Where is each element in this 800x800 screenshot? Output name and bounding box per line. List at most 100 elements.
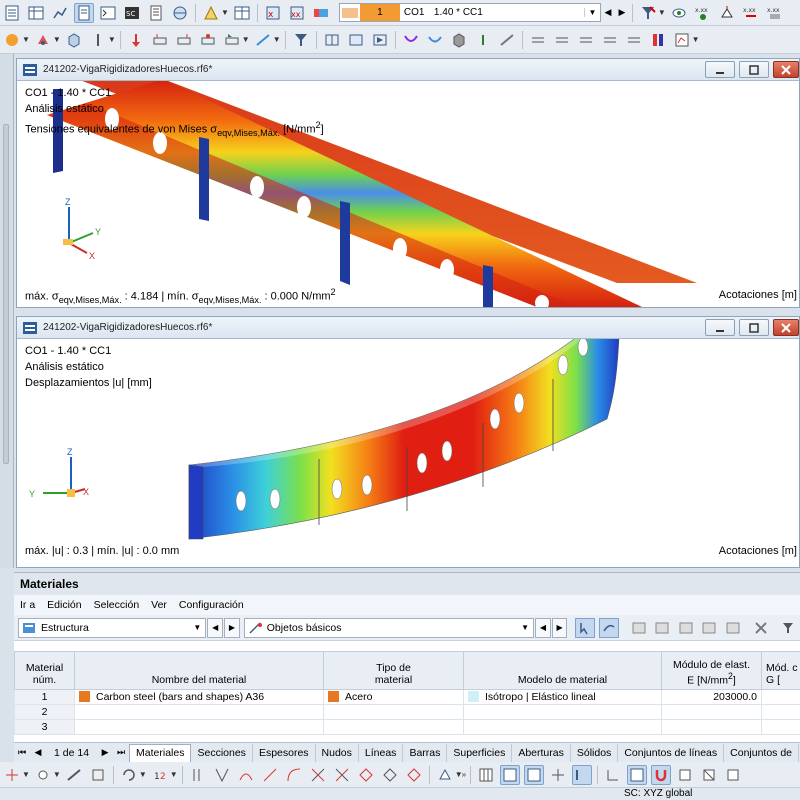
support-tool-icon[interactable] (435, 765, 455, 785)
maximize-button[interactable] (739, 319, 769, 336)
snap-surface-icon[interactable] (88, 765, 108, 785)
chevron-down-icon[interactable]: ▼ (242, 35, 250, 44)
chevron-down-icon[interactable]: ▼ (583, 8, 600, 17)
splitter-handle[interactable] (3, 124, 9, 464)
row-number[interactable]: 1 (14, 689, 75, 705)
chevron-down-icon[interactable]: ▼ (692, 35, 700, 44)
graphic-window-displacements[interactable]: 241202-VigaRigidizadoresHuecos.rf6* Z Y … (16, 316, 800, 568)
paste-row-icon[interactable] (700, 618, 720, 638)
grid-toggle-icon[interactable] (476, 765, 496, 785)
table-view-icon[interactable] (629, 618, 649, 638)
previous-load-case-icon[interactable]: ◀ (601, 3, 615, 22)
chevron-down-icon[interactable]: ▼ (273, 35, 281, 44)
material-type-cell[interactable] (323, 704, 464, 720)
grid-table-icon[interactable] (26, 3, 46, 23)
result-values-2-icon[interactable]: x.xx (741, 3, 761, 23)
snap-toggle-icon[interactable] (500, 764, 521, 785)
minimize-button[interactable] (705, 319, 735, 336)
rotate-icon[interactable] (119, 765, 139, 785)
table-row[interactable]: 3 (14, 719, 800, 735)
cube-icon[interactable] (64, 30, 84, 50)
results-display-1-icon[interactable] (528, 30, 548, 50)
model-display-icon[interactable] (33, 30, 53, 50)
tab-materials[interactable]: Materiales (129, 743, 192, 762)
row-number[interactable]: 2 (14, 704, 75, 720)
section-view-icon[interactable] (370, 30, 390, 50)
support-icon[interactable] (717, 3, 737, 23)
select-in-table-icon[interactable] (575, 617, 596, 638)
snap-node-icon[interactable] (33, 765, 53, 785)
previous-button[interactable]: ◀ (207, 617, 224, 638)
report-icon[interactable] (74, 2, 94, 23)
results-display-3-icon[interactable] (576, 30, 596, 50)
material-name-cell[interactable]: Carbon steel (bars and shapes) A36 (74, 689, 324, 705)
shear-modulus-cell[interactable] (761, 719, 800, 735)
diagram-icon[interactable] (50, 3, 70, 23)
frame-icon[interactable] (346, 30, 366, 50)
table-row[interactable]: 1 Carbon steel (bars and shapes) A36 Ace… (14, 689, 800, 705)
close-button[interactable] (773, 319, 799, 336)
maximize-button[interactable] (739, 61, 769, 78)
support-forces-icon[interactable] (473, 30, 493, 50)
results-display-5-icon[interactable] (624, 30, 644, 50)
deformation-2-icon[interactable] (425, 30, 445, 50)
draw-circle-icon[interactable] (284, 765, 304, 785)
result-values-3-icon[interactable]: x.xx (765, 3, 785, 23)
load-case-table-icon[interactable] (232, 3, 252, 23)
object-snap-toggle-icon[interactable] (524, 764, 545, 785)
calculate-icon[interactable]: x (263, 3, 283, 23)
menu-settings[interactable]: Configuración (179, 599, 244, 611)
numbering-icon[interactable]: 12 (150, 765, 170, 785)
draw-line-icon[interactable] (188, 765, 208, 785)
console-icon[interactable] (98, 3, 118, 23)
menu-goto[interactable]: Ir a (20, 599, 35, 611)
globe-icon[interactable] (170, 3, 190, 23)
col-header-shear-modulus[interactable]: Mód. cG [ (761, 651, 800, 690)
elastic-modulus-cell[interactable]: 203000.0 (661, 689, 762, 705)
result-values-icon[interactable]: x.xx (693, 3, 713, 23)
result-filter-icon[interactable] (638, 3, 658, 23)
minimize-button[interactable] (705, 61, 735, 78)
dimension-1-icon[interactable] (150, 30, 170, 50)
export-icon[interactable] (723, 618, 743, 638)
col-header-name[interactable]: Nombre del material (74, 651, 324, 690)
view-icon[interactable] (2, 30, 22, 50)
close-button[interactable] (773, 61, 799, 78)
snap-grid-icon[interactable] (2, 765, 22, 785)
next-button[interactable]: ▶ (224, 617, 240, 638)
guideline-icon[interactable] (253, 30, 273, 50)
table-row[interactable]: 2 (14, 704, 800, 720)
previous-page-icon[interactable]: ◀ (30, 747, 46, 758)
shear-modulus-cell[interactable] (761, 689, 800, 705)
filter-icon[interactable] (291, 30, 311, 50)
tab-nodes[interactable]: Nudos (316, 743, 359, 762)
chevron-down-icon[interactable]: ▼ (53, 35, 61, 44)
table-icon[interactable] (2, 3, 22, 23)
visibility-mode-icon[interactable] (675, 765, 695, 785)
line-icon[interactable] (497, 30, 517, 50)
material-name-cell[interactable] (74, 704, 324, 720)
last-page-icon[interactable]: ⏭ (113, 747, 129, 758)
material-type-cell[interactable] (323, 719, 464, 735)
col-header-number[interactable]: Material núm. (14, 651, 75, 690)
magnet-icon[interactable] (651, 764, 672, 785)
chevron-down-icon[interactable]: ▼ (108, 35, 116, 44)
col-header-type[interactable]: Tipo de material (323, 651, 464, 690)
tab-thicknesses[interactable]: Espesores (253, 743, 316, 762)
material-name-cell[interactable] (74, 719, 324, 735)
delete-icon[interactable] (751, 618, 771, 638)
copy-row-icon[interactable] (676, 618, 696, 638)
solid-icon[interactable] (449, 30, 469, 50)
previous-button[interactable]: ◀ (535, 617, 551, 638)
tab-members[interactable]: Barras (403, 743, 448, 762)
document-icon[interactable] (146, 3, 166, 23)
draw-surface-icon[interactable] (380, 765, 400, 785)
guideline-toggle-icon[interactable] (548, 765, 568, 785)
more-tools-icon[interactable]: » (462, 770, 466, 779)
chevron-down-icon[interactable]: ▼ (22, 770, 30, 779)
tab-line-sets[interactable]: Conjuntos de líneas (618, 743, 725, 762)
chevron-down-icon[interactable]: ▼ (139, 770, 147, 779)
next-button[interactable]: ▶ (551, 617, 568, 638)
menu-selection[interactable]: Selección (94, 599, 140, 611)
elastic-modulus-cell[interactable] (661, 719, 762, 735)
